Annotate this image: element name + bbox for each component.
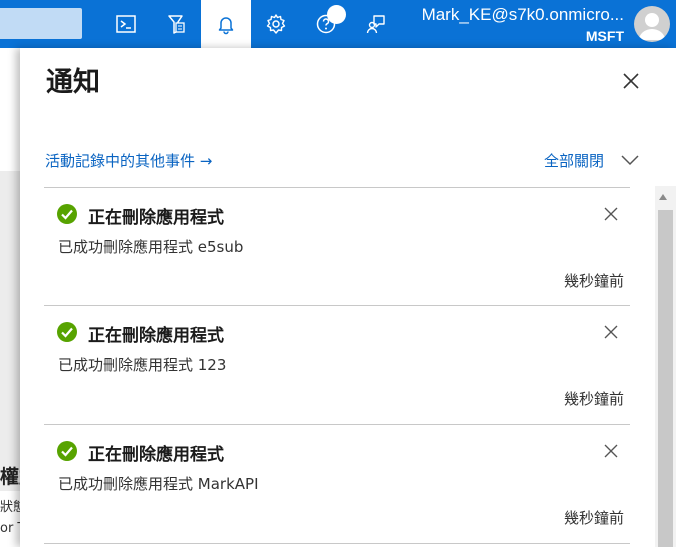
notification-title: 正在刪除應用程式 bbox=[88, 208, 224, 228]
feedback-button[interactable] bbox=[351, 0, 401, 48]
cloud-shell-button[interactable] bbox=[101, 0, 151, 48]
close-icon[interactable] bbox=[603, 443, 619, 459]
notifications-bell-icon bbox=[218, 17, 234, 35]
settings-gear-icon bbox=[266, 14, 286, 34]
feedback-icon bbox=[366, 15, 385, 34]
scroll-up-arrow-icon[interactable] bbox=[659, 194, 667, 200]
close-icon[interactable] bbox=[619, 69, 643, 93]
directory-filter-button[interactable] bbox=[151, 0, 201, 48]
success-check-icon bbox=[57, 204, 77, 224]
scroll-thumb[interactable] bbox=[658, 210, 673, 547]
top-bar: Mark_KE@s7k0.onmicro... MSFT bbox=[0, 0, 676, 48]
settings-button[interactable] bbox=[251, 0, 301, 48]
close-icon[interactable] bbox=[603, 206, 619, 222]
notification-time: 幾秒鐘前 bbox=[563, 509, 624, 527]
activity-log-link[interactable]: 活動記錄中的其他事件 → bbox=[45, 150, 212, 171]
success-check-icon bbox=[57, 441, 77, 461]
global-search-input[interactable] bbox=[0, 8, 82, 39]
panel-scrollbar[interactable] bbox=[655, 186, 676, 547]
close-icon[interactable] bbox=[603, 324, 619, 340]
notification-title: 正在刪除應用程式 bbox=[88, 445, 224, 465]
notification-item[interactable]: 正在刪除應用程式 已成功刪除應用程式 123 幾秒鐘前 bbox=[44, 305, 630, 424]
success-check-icon bbox=[57, 322, 77, 342]
cloud-shell-icon bbox=[116, 15, 136, 33]
notification-time: 幾秒鐘前 bbox=[563, 272, 624, 290]
notification-message: 已成功刪除應用程式 123 bbox=[58, 356, 227, 374]
notification-title: 正在刪除應用程式 bbox=[88, 326, 224, 346]
notifications-button[interactable] bbox=[201, 0, 251, 48]
notification-item[interactable]: 正在刪除應用程式 已成功刪除應用程式 MarkAPI 幾秒鐘前 bbox=[44, 424, 630, 543]
chevron-down-icon[interactable] bbox=[620, 153, 640, 167]
account-menu[interactable]: Mark_KE@s7k0.onmicro... MSFT bbox=[422, 5, 624, 45]
user-email: Mark_KE@s7k0.onmicro... bbox=[421, 5, 624, 24]
help-badge bbox=[327, 5, 346, 24]
divider bbox=[44, 543, 630, 544]
dismiss-all-button[interactable]: 全部關閉 bbox=[544, 150, 604, 171]
notification-time: 幾秒鐘前 bbox=[563, 390, 624, 408]
notification-message: 已成功刪除應用程式 MarkAPI bbox=[58, 475, 259, 493]
notifications-panel: 通知 活動記錄中的其他事件 → 全部關閉 正在刪除應用程式 已成功刪除應用程式 … bbox=[20, 48, 676, 547]
user-org: MSFT bbox=[585, 28, 624, 44]
avatar[interactable] bbox=[634, 6, 670, 42]
directory-filter-icon bbox=[168, 15, 185, 34]
panel-title: 通知 bbox=[46, 67, 100, 98]
notification-message: 已成功刪除應用程式 e5sub bbox=[58, 238, 244, 256]
notification-item[interactable]: 正在刪除應用程式 已成功刪除應用程式 e5sub 幾秒鐘前 bbox=[44, 187, 630, 306]
avatar-person-icon bbox=[639, 13, 665, 40]
